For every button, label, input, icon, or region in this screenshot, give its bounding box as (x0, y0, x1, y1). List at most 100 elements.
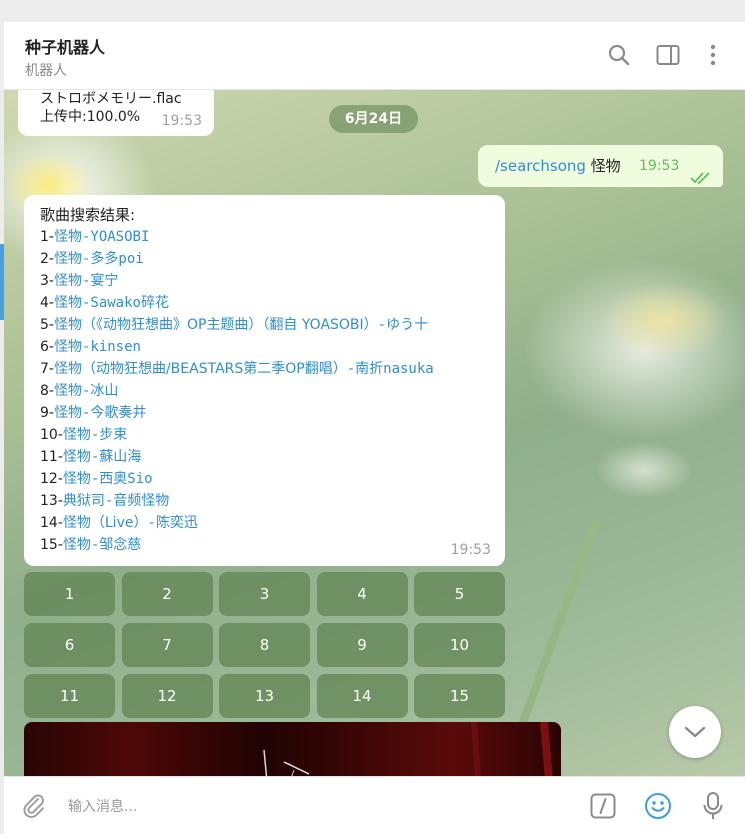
message-time: 19:53 (161, 113, 202, 129)
media-message-preview[interactable] (24, 722, 561, 776)
result-artist: -陈奕迅 (147, 515, 198, 531)
message-list[interactable]: ストロボメモリー.flac 上传中:100.0% 19:53 6月24日 /se… (4, 90, 745, 776)
chat-header: 种子机器人 机器人 (4, 22, 745, 90)
result-item: 7-怪物（动物狂想曲/BEASTARS第二季OP翻唱）-南折nasuka (40, 358, 505, 380)
result-artist: -YOASOBI (81, 229, 150, 245)
result-number: 9- (40, 405, 54, 421)
chat-title[interactable]: 种子机器人 (25, 34, 105, 58)
result-number: 4- (40, 295, 54, 311)
scroll-to-bottom-button[interactable] (669, 706, 721, 758)
message-input[interactable] (68, 795, 568, 819)
result-artist: -今歌奏井 (81, 405, 147, 421)
keyboard-button-11[interactable]: 11 (24, 674, 115, 718)
chevron-down-icon (684, 726, 706, 738)
bot-command-link[interactable]: /searchsong (495, 157, 586, 175)
read-ticks-icon (690, 159, 712, 201)
video-thumbnail-icon (263, 722, 553, 776)
result-number: 2- (40, 251, 54, 267)
keyboard-button-6[interactable]: 6 (24, 623, 115, 667)
result-number: 15- (40, 537, 63, 553)
search-query: 怪物 (585, 157, 621, 175)
result-song-title: 怪物 (62, 537, 91, 553)
keyboard-button-4[interactable]: 4 (316, 572, 408, 616)
keyboard-button-5[interactable]: 5 (414, 572, 505, 616)
result-song-title: 怪物 (62, 471, 91, 487)
result-song-title: 怪物（《动物狂想曲》OP主题曲）（翻自 YOASOBI） (53, 317, 378, 333)
result-item: 12-怪物-西奥Sio (40, 468, 505, 490)
result-artist: -音频怪物 (104, 493, 170, 509)
result-artist: -宴宁 (81, 273, 119, 289)
result-number: 6- (40, 339, 54, 355)
keyboard-button-3[interactable]: 3 (219, 572, 310, 616)
result-item: 6-怪物-kinsen (40, 336, 505, 358)
keyboard-button-13[interactable]: 13 (219, 674, 310, 718)
results-list: 1-怪物-YOASOBI 2-怪物-多多poi 3-怪物-宴宁 4-怪物-Sawako… (40, 226, 505, 556)
result-artist: -蘇山海 (90, 449, 142, 465)
result-song-title: 怪物（动物狂想曲/BEASTARS第二季OP翻唱） (53, 361, 347, 377)
result-number: 10- (40, 427, 63, 443)
result-number: 14- (40, 515, 63, 531)
result-item: 8-怪物-冰山 (40, 380, 505, 402)
result-song-title: 怪物 (53, 295, 82, 311)
result-song-title: 怪物 (53, 251, 82, 267)
result-number: 3- (40, 273, 54, 289)
result-artist: -南折nasuka (346, 361, 434, 377)
result-artist: -冰山 (81, 383, 119, 399)
keyboard-button-10[interactable]: 10 (414, 623, 505, 667)
message-time: 19:53 (639, 158, 680, 174)
search-results-bubble[interactable]: 歌曲搜索结果: 1-怪物-YOASOBI 2-怪物-多多poi 3-怪物-宴宁 4-怪… (24, 195, 505, 566)
result-item: 3-怪物-宴宁 (40, 270, 505, 292)
result-artist: -西奥Sio (90, 471, 153, 487)
keyboard-button-9[interactable]: 9 (316, 623, 408, 667)
results-title: 歌曲搜索结果: (40, 206, 136, 224)
result-artist: -多多poi (81, 251, 144, 267)
date-separator: 6月24日 (329, 105, 418, 133)
result-number: 5- (40, 317, 54, 333)
result-item: 2-怪物-多多poi (40, 248, 505, 270)
result-number: 12- (40, 471, 63, 487)
chat-subtitle: 机器人 (25, 63, 67, 79)
result-item: 15-怪物-邹念慈 (40, 534, 505, 556)
result-number: 8- (40, 383, 54, 399)
result-song-title: 典狱司 (62, 493, 105, 509)
result-artist: -ゆう十 (377, 317, 429, 333)
emoji-icon[interactable] (643, 791, 673, 821)
keyboard-button-7[interactable]: 7 (121, 623, 213, 667)
keyboard-button-2[interactable]: 2 (121, 572, 213, 616)
keyboard-button-15[interactable]: 15 (414, 674, 505, 718)
result-song-title: 怪物 (53, 405, 82, 421)
result-artist: -邹念慈 (90, 537, 142, 553)
result-song-title: 怪物 (53, 339, 82, 355)
slash-command-icon[interactable] (589, 792, 617, 820)
result-number: 13- (40, 493, 63, 509)
result-number: 1- (40, 229, 54, 245)
paperclip-icon[interactable] (20, 791, 48, 819)
result-item: 14-怪物（Live）-陈奕迅 (40, 512, 505, 534)
result-song-title: 怪物 (53, 383, 82, 399)
result-song-title: 怪物 (62, 449, 91, 465)
message-composer (4, 776, 745, 834)
result-song-title: 怪物 (53, 273, 82, 289)
keyboard-button-14[interactable]: 14 (316, 674, 408, 718)
result-song-title: 怪物 (62, 427, 91, 443)
microphone-icon[interactable] (698, 790, 728, 822)
result-item: 4-怪物-Sawako碎花 (40, 292, 505, 314)
result-item: 13-典狱司-音频怪物 (40, 490, 505, 512)
search-icon[interactable] (606, 42, 632, 68)
keyboard-button-1[interactable]: 1 (24, 572, 115, 616)
sidebar-toggle-icon[interactable] (655, 42, 681, 68)
result-artist: -Sawako碎花 (81, 295, 169, 311)
result-number: 11- (40, 449, 63, 465)
keyboard-button-8[interactable]: 8 (219, 623, 310, 667)
more-vertical-icon[interactable] (700, 42, 726, 68)
result-item: 11-怪物-蘇山海 (40, 446, 505, 468)
chat-window: 种子机器人 机器人 ストロボメモリー.flac 上传中:100.0% 19:53… (4, 22, 745, 834)
outgoing-message-bubble[interactable]: /searchsong 怪物 19:53 (478, 145, 723, 187)
upload-message-bubble[interactable]: ストロボメモリー.flac 上传中:100.0% 19:53 (18, 90, 214, 136)
result-item: 1-怪物-YOASOBI (40, 226, 505, 248)
keyboard-button-12[interactable]: 12 (121, 674, 213, 718)
message-time: 19:53 (450, 542, 491, 558)
result-number: 7- (40, 361, 54, 377)
result-item: 9-怪物-今歌奏井 (40, 402, 505, 424)
result-item: 5-怪物（《动物狂想曲》OP主题曲）（翻自 YOASOBI）-ゆう十 (40, 314, 505, 336)
